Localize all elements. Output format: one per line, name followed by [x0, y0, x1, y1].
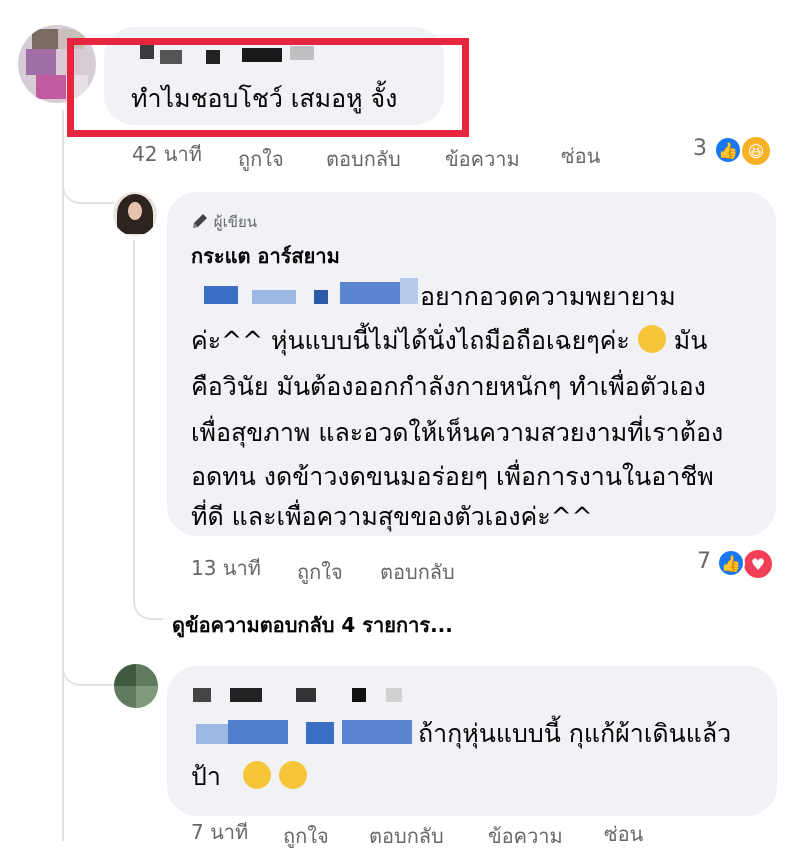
comment-text-3-line-1: ถ้ากุหุ่นแบบนี้ กุแก้ผ้าเดินแล้ว [418, 719, 732, 748]
author-badge-label: ผู้เขียน [213, 213, 257, 231]
like-icon: 👍 [714, 136, 742, 164]
hide-button-1[interactable]: ซ่อน [561, 140, 600, 172]
tagged-name-redacted [342, 720, 412, 744]
rofl-emoji-icon [278, 761, 307, 789]
message-button-1[interactable]: ข้อความ [445, 143, 520, 175]
author-reply-line-3: คือวินัย มันต้องออกกำลังกายหนักๆ ทำเพื่อ… [191, 372, 706, 401]
author-reply-line-2-tail: มัน [673, 326, 708, 355]
comment-time-2[interactable]: 13 นาที [191, 552, 261, 584]
thread-connector-2 [133, 580, 163, 620]
commenter-name-redacted [386, 688, 402, 702]
tagged-name-redacted [196, 724, 228, 744]
commenter-name-redacted [193, 688, 211, 702]
love-icon: ♥ [742, 548, 774, 580]
author-avatar[interactable] [113, 192, 157, 236]
avatar-pixel [114, 664, 136, 686]
tagged-name-redacted [400, 278, 418, 304]
highlight-box [67, 38, 469, 137]
reaction-count-1[interactable]: 3 [693, 136, 707, 161]
pencil-icon [191, 212, 209, 230]
thread-connector-3 [62, 640, 114, 686]
comment-time-1[interactable]: 42 นาที [132, 138, 202, 170]
author-reply-line-6: ที่ดี และเพื่อความสุขของตัวเองค่ะ^^ [191, 502, 593, 531]
author-reply-line-5: อดทน งดข้าวงดขนมอร่อยๆ เพื่อการงานในอาชี… [191, 462, 714, 491]
haha-icon: 😆 [740, 135, 772, 167]
reaction-count-2[interactable]: 7 [697, 549, 711, 574]
avatar-pixel [32, 29, 58, 49]
thread-connector-1 [62, 160, 114, 204]
view-replies-link[interactable]: ดูข้อความตอบกลับ 4 รายการ... [172, 609, 453, 641]
tagged-name-redacted [314, 290, 328, 304]
author-badge: ผู้เขียน [191, 210, 257, 234]
message-button-3[interactable]: ข้อความ [488, 820, 563, 852]
author-reply-line-2: ค่ะ^^ หุ่นแบบนี้ไม่ได้นั่งไถมือถือเฉยๆค่… [191, 320, 707, 362]
commenter-name-redacted [230, 688, 262, 702]
comment-text-3-line-2-text: ป้า [191, 762, 221, 791]
avatar-face [128, 202, 142, 220]
reply-button-2[interactable]: ตอบกลับ [380, 556, 455, 588]
avatar-pixel [26, 49, 56, 75]
thread-line-reply [133, 240, 135, 600]
tagged-name-redacted [340, 282, 400, 304]
author-reply-line-1: อยากอวดความพยายาม [420, 282, 676, 311]
like-button-1[interactable]: ถูกใจ [238, 143, 284, 175]
author-reply-line-2-text: ค่ะ^^ หุ่นแบบนี้ไม่ได้นั่งไถมือถือเฉยๆค่… [191, 326, 630, 355]
rofl-emoji-icon [242, 761, 271, 789]
comment-text-3-line-2: ป้า [191, 756, 307, 798]
avatar-pixel [136, 686, 158, 708]
reply-button-1[interactable]: ตอบกลับ [326, 143, 401, 175]
commenter-avatar-blurred-2[interactable] [114, 664, 158, 708]
author-reply-line-4: เพื่อสุขภาพ และอวดให้เห็นความสวยงามที่เร… [191, 418, 724, 447]
commenter-name-redacted [352, 688, 366, 702]
smiling-face-emoji-icon [637, 325, 666, 353]
hide-button-3[interactable]: ซ่อน [604, 818, 643, 850]
reply-button-3[interactable]: ตอบกลับ [369, 820, 444, 852]
commenter-name-redacted [296, 688, 316, 702]
like-icon: 👍 [717, 549, 745, 577]
avatar-pixel [36, 75, 66, 99]
tagged-name-redacted [252, 290, 296, 304]
author-name[interactable]: กระแต อาร์สยาม [191, 240, 340, 272]
like-button-3[interactable]: ถูกใจ [283, 820, 329, 852]
comment-time-3[interactable]: 7 นาที [191, 816, 248, 848]
thread-line-main [62, 110, 64, 841]
tagged-name-redacted [204, 286, 238, 304]
tagged-name-redacted [228, 720, 288, 744]
tagged-name-redacted [306, 722, 334, 744]
like-button-2[interactable]: ถูกใจ [297, 556, 343, 588]
